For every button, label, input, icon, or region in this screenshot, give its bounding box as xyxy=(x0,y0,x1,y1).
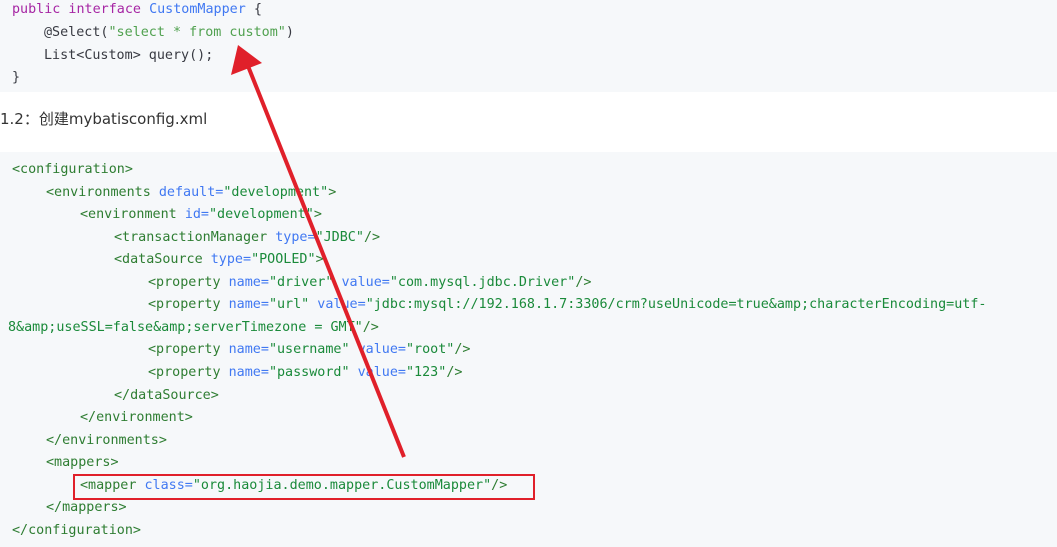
annotation-arrow-icon xyxy=(231,45,406,458)
arrow-shaft xyxy=(246,65,406,458)
arrow-head xyxy=(231,45,262,75)
